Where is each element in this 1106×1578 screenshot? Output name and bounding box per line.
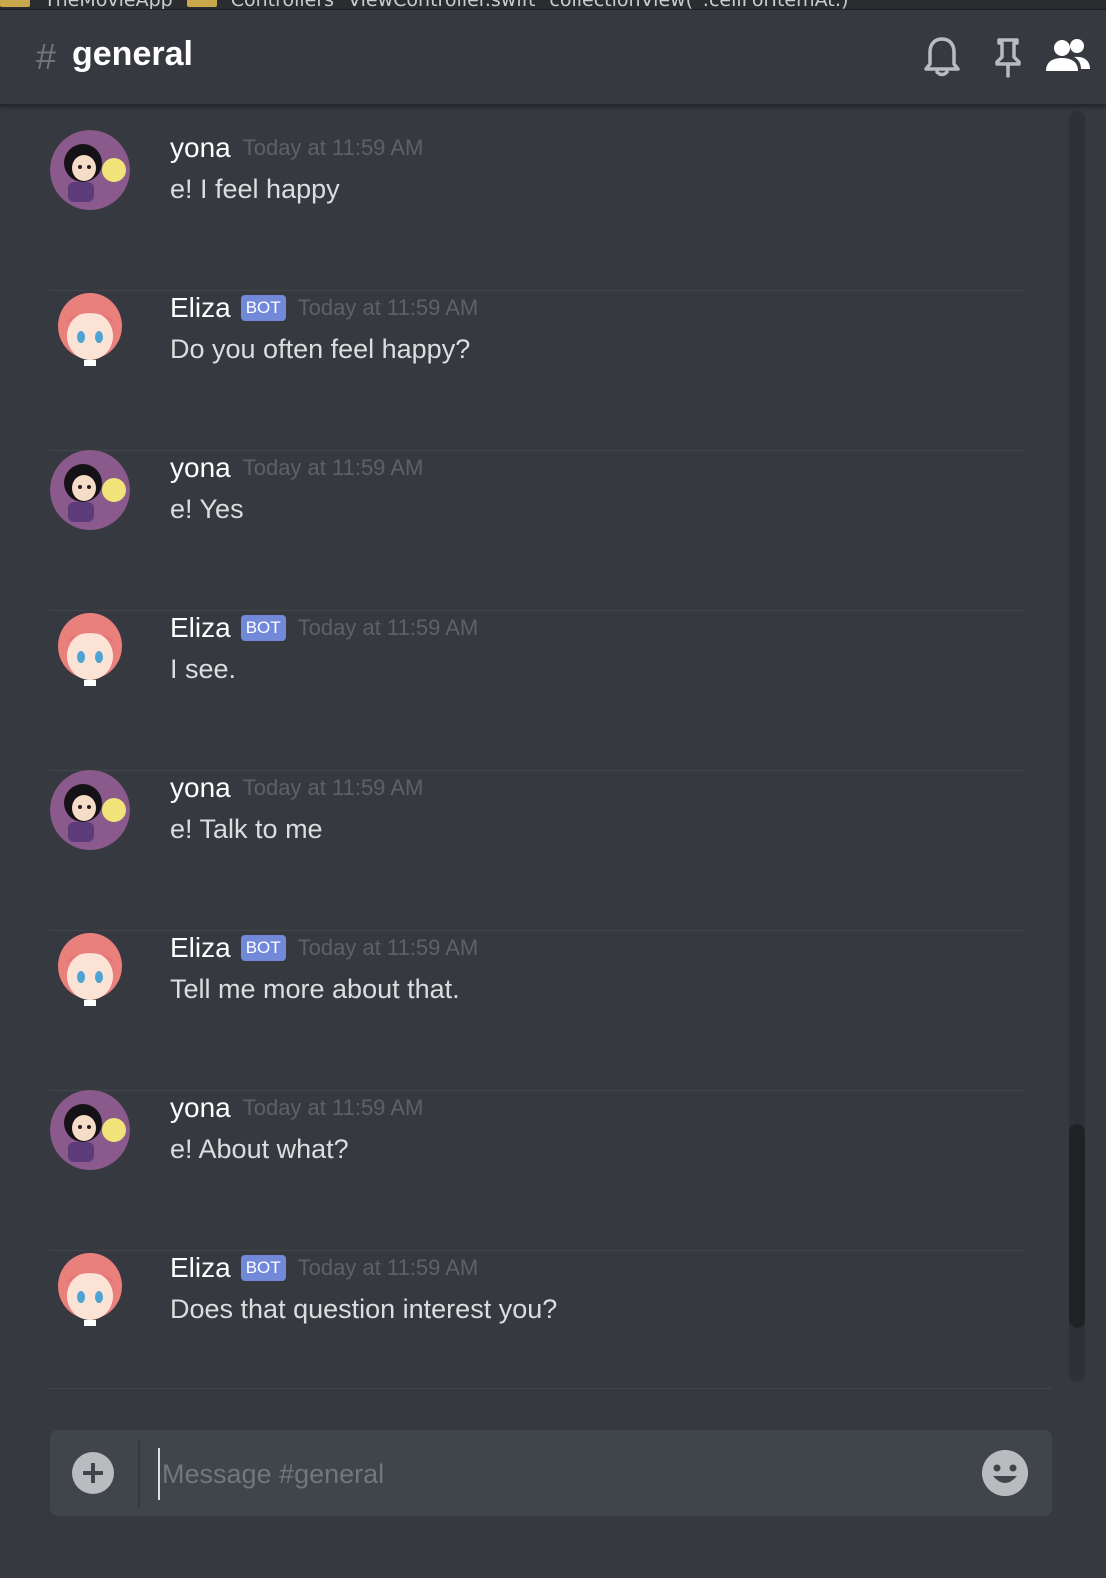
author-name[interactable]: Eliza [170, 932, 231, 964]
message-item[interactable]: Eliza BOT Today at 11:59 AM I see. [50, 610, 1024, 771]
divider [50, 1388, 1052, 1389]
message-header: Eliza BOT Today at 11:59 AM [170, 610, 478, 646]
message-header: Eliza BOT Today at 11:59 AM [170, 290, 478, 326]
avatar[interactable] [50, 450, 130, 530]
bot-badge: BOT [240, 295, 286, 321]
folder-icon [0, 0, 30, 7]
message-header: yona Today at 11:59 AM [170, 130, 423, 166]
channel-title: general [72, 35, 193, 73]
timestamp: Today at 11:59 AM [242, 455, 424, 480]
channel-hash-icon: # [36, 36, 57, 77]
members-icon[interactable] [1044, 33, 1092, 81]
message-text: e! I feel happy [170, 174, 340, 204]
message-text: Tell me more about that. [170, 974, 460, 1004]
avatar[interactable] [50, 610, 130, 690]
message-text: e! Yes [170, 494, 244, 524]
avatar[interactable] [50, 130, 130, 210]
message-item[interactable]: Eliza BOT Today at 11:59 AM Does that qu… [50, 1250, 1024, 1388]
message-text: e! Talk to me [170, 814, 323, 844]
author-name[interactable]: Eliza [170, 1252, 231, 1284]
author-name[interactable]: yona [170, 452, 231, 484]
avatar[interactable] [50, 770, 130, 850]
bot-badge: BOT [240, 935, 286, 961]
timestamp: Today at 11:59 AM [242, 135, 424, 160]
message-header: Eliza BOT Today at 11:59 AM [170, 1250, 478, 1286]
timestamp: Today at 11:59 AM [297, 1255, 479, 1280]
author-name[interactable]: Eliza [170, 612, 231, 644]
emoji-icon[interactable] [982, 1450, 1028, 1496]
add-attachment-icon[interactable] [72, 1452, 114, 1494]
timestamp: Today at 11:59 AM [297, 935, 479, 960]
message-text: Do you often feel happy? [170, 334, 471, 364]
timestamp: Today at 11:59 AM [242, 1095, 424, 1120]
avatar[interactable] [50, 1090, 130, 1170]
message-header: yona Today at 11:59 AM [170, 1090, 423, 1126]
bell-icon[interactable] [918, 33, 966, 81]
message-header: Eliza BOT Today at 11:59 AM [170, 930, 478, 966]
message-item[interactable]: yona Today at 11:59 AM e! I feel happy [50, 130, 1024, 291]
author-name[interactable]: yona [170, 772, 231, 804]
message-text: I see. [170, 654, 237, 684]
author-name[interactable]: yona [170, 1092, 231, 1124]
timestamp: Today at 11:59 AM [297, 615, 479, 640]
timestamp: Today at 11:59 AM [242, 775, 424, 800]
message-item[interactable]: Eliza BOT Today at 11:59 AM Do you often… [50, 290, 1024, 451]
avatar[interactable] [50, 930, 130, 1010]
pin-icon[interactable] [984, 33, 1032, 81]
scrollbar-thumb[interactable] [1069, 1124, 1085, 1328]
message-composer [50, 1430, 1052, 1516]
author-name[interactable]: yona [170, 132, 231, 164]
message-text: e! About what? [170, 1134, 349, 1164]
message-input[interactable] [158, 1448, 964, 1500]
author-name[interactable]: Eliza [170, 292, 231, 324]
message-header: yona Today at 11:59 AM [170, 450, 423, 486]
timestamp: Today at 11:59 AM [297, 295, 479, 320]
message-item[interactable]: yona Today at 11:59 AM e! Talk to me [50, 770, 1024, 931]
message-text: Does that question interest you? [170, 1294, 558, 1324]
message-item[interactable]: Eliza BOT Today at 11:59 AM Tell me more… [50, 930, 1024, 1091]
message-item[interactable]: yona Today at 11:59 AM e! About what? [50, 1090, 1024, 1251]
folder-icon [186, 0, 217, 7]
bot-badge: BOT [240, 615, 286, 641]
divider [138, 1440, 140, 1508]
channel-header: # general [0, 9, 1106, 106]
avatar[interactable] [50, 290, 130, 370]
message-header: yona Today at 11:59 AM [170, 770, 423, 806]
message-list[interactable]: yona Today at 11:59 AM e! I feel happy E… [0, 106, 1106, 1388]
message-item[interactable]: yona Today at 11:59 AM e! Yes [50, 450, 1024, 611]
avatar[interactable] [50, 1250, 130, 1330]
bot-badge: BOT [240, 1255, 286, 1281]
